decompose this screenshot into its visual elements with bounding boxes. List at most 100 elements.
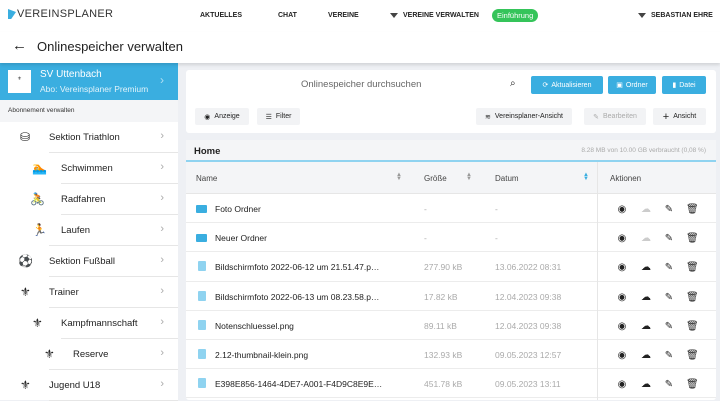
back-arrow-icon[interactable]: ←	[12, 37, 27, 54]
club-selector[interactable]: ⚜ SV Uttenbach Abo: Vereinsplaner Premiu…	[0, 63, 178, 100]
table-row[interactable]: 2.12-thumbnail-klein.png 132.93 kB 09.05.2…	[186, 340, 716, 370]
file-name[interactable]: Bildschirmfoto 2022-06-13 um 08.23.58.p…	[215, 292, 379, 302]
eye-icon[interactable]: ◉	[616, 233, 628, 244]
sidebar-item-label: Kampfmannschaft	[61, 318, 138, 329]
sidebar-item[interactable]: 🚴 Radfahren ›	[0, 184, 178, 215]
file-name[interactable]: Neuer Ordner	[215, 233, 267, 243]
file-name[interactable]: 2.12-thumbnail-klein.png	[215, 350, 308, 360]
file-name[interactable]: Bildschirmfoto 2022-06-12 um 21.51.47.p…	[215, 262, 379, 272]
table-row[interactable]: Notenschluessel.png 89.11 kB 12.04.2023 09…	[186, 311, 716, 340]
trash-icon[interactable]: 🗑	[686, 321, 699, 332]
sidebar-item-label: Laufen	[61, 225, 91, 236]
folder-plus-icon: ▣	[616, 82, 623, 89]
edit-icon[interactable]: ✎	[663, 204, 675, 215]
sidebar: ⚜ SV Uttenbach Abo: Vereinsplaner Premiu…	[0, 63, 178, 401]
trash-icon[interactable]: 🗑	[686, 292, 699, 303]
col-date[interactable]: Datum	[495, 174, 519, 183]
sidebar-item[interactable]: ⚜ Jugend U18 ›	[0, 370, 178, 401]
trash-icon[interactable]: 🗑	[686, 262, 699, 273]
plus-icon: +	[662, 110, 670, 123]
sidebar-item[interactable]: ⚽ Sektion Fußball ›	[0, 246, 178, 277]
upload-file-button[interactable]: ▮ Datei	[662, 76, 706, 94]
file-name[interactable]: E398E856-1464-4DE7-A001-F4D9C8E9E…	[215, 379, 382, 389]
logo-icon	[8, 9, 16, 19]
trash-icon[interactable]: 🗑	[686, 379, 699, 390]
sidebar-item[interactable]: ⚜ Trainer ›	[0, 277, 178, 308]
download-cloud-icon[interactable]: ☁	[640, 233, 652, 244]
table-row[interactable]: Bildschirmfoto 2022-06-13 um 08.23.58.p……	[186, 282, 716, 311]
sidebar-item[interactable]: 🏃 Laufen ›	[0, 215, 178, 246]
edit-icon[interactable]: ✎	[663, 350, 675, 361]
image-file-icon	[198, 378, 206, 389]
search-icon[interactable]: ⌕	[510, 78, 516, 89]
eye-icon[interactable]: ◉	[616, 350, 628, 361]
download-cloud-icon[interactable]: ☁	[640, 379, 652, 390]
nav-aktuelles[interactable]: AKTUELLES	[200, 12, 242, 19]
col-name[interactable]: Name	[196, 174, 217, 183]
table-header: Name ▲ ▼ Größe ▲ ▼ Datum ▲ ▼ Aktionen	[186, 162, 716, 194]
filter-button[interactable]: ☰ Filter	[257, 108, 300, 125]
edit-button[interactable]: ✎ Bearbeiten	[584, 108, 646, 125]
edit-icon: ✎	[593, 113, 599, 121]
file-name[interactable]: Notenschluessel.png	[215, 321, 294, 331]
download-cloud-icon[interactable]: ☁	[640, 321, 652, 332]
chevron-right-icon: ›	[160, 254, 164, 266]
edit-icon[interactable]: ✎	[663, 379, 675, 390]
section-logo-icon: ⚜	[20, 285, 31, 299]
table-row[interactable]: Neuer Ordner - - ◉ ☁ ✎ 🗑	[186, 223, 716, 253]
page-title: Onlinespeicher verwalten	[37, 39, 183, 54]
refresh-label: Aktualisieren	[551, 81, 592, 89]
folder-icon	[196, 205, 207, 213]
new-folder-button[interactable]: ▣ Ordner	[608, 76, 656, 94]
edit-icon[interactable]: ✎	[663, 292, 675, 303]
table-row[interactable]: Bildschirmfoto 2022-06-12 um 21.51.47.p……	[186, 252, 716, 282]
edit-icon[interactable]: ✎	[663, 321, 675, 332]
sort-icon[interactable]: ▲ ▼	[396, 172, 402, 182]
user-menu[interactable]: SEBASTIAN EHRE	[638, 12, 713, 19]
file-name[interactable]: Foto Ordner	[215, 204, 261, 214]
nav-vereine-verwalten[interactable]: VEREINE VERWALTEN	[390, 12, 479, 19]
chevron-right-icon: ›	[160, 130, 164, 142]
sidebar-item[interactable]: 🏊 Schwimmen ›	[0, 153, 178, 184]
eye-icon[interactable]: ◉	[616, 321, 628, 332]
eye-icon[interactable]: ◉	[616, 204, 628, 215]
file-size: -	[424, 204, 427, 214]
download-cloud-icon[interactable]: ☁	[640, 262, 652, 273]
nav-vereine[interactable]: VEREINE	[328, 12, 359, 19]
sidebar-item[interactable]: ⚜ Kampfmannschaft ›	[0, 308, 178, 339]
sidebar-item-label: Schwimmen	[61, 163, 113, 174]
refresh-button[interactable]: ⟳ Aktualisieren	[531, 76, 603, 94]
sort-active-icon[interactable]: ▲ ▼	[583, 172, 589, 182]
refresh-icon: ⟳	[542, 82, 549, 89]
trash-icon[interactable]: 🗑	[686, 204, 699, 215]
nav-chat[interactable]: CHAT	[278, 12, 297, 19]
eye-icon[interactable]: ◉	[616, 262, 628, 273]
table-row[interactable]: E398E856-1464-4DE7-A001-F4D9C8E9E… 451.78…	[186, 369, 716, 399]
sidebar-item-label: Sektion Triathlon	[49, 132, 120, 143]
edit-icon[interactable]: ✎	[663, 262, 675, 273]
manage-subscription-link[interactable]: Abonnement verwalten	[0, 100, 178, 122]
eye-icon[interactable]: ◉	[616, 379, 628, 390]
download-cloud-icon[interactable]: ☁	[640, 350, 652, 361]
eye-icon[interactable]: ◉	[616, 292, 628, 303]
display-button[interactable]: ◉ Anzeige	[195, 108, 249, 125]
sort-icon[interactable]: ▲ ▼	[466, 172, 472, 182]
trash-icon[interactable]: 🗑	[686, 350, 699, 361]
vereinsplaner-view-button[interactable]: ≋ Vereinsplaner-Ansicht	[476, 108, 572, 125]
logo[interactable]: VEREINSPLANER	[8, 8, 113, 20]
search-input[interactable]: Onlinespeicher durchsuchen	[301, 79, 421, 90]
trash-icon[interactable]: 🗑	[686, 233, 699, 244]
section-logo-icon: ⚽	[18, 254, 33, 268]
download-cloud-icon[interactable]: ☁	[640, 292, 652, 303]
col-size[interactable]: Größe	[424, 174, 447, 183]
edit-icon[interactable]: ✎	[663, 233, 675, 244]
file-size: 451.78 kB	[424, 379, 463, 390]
intro-badge[interactable]: Einführung	[492, 9, 539, 22]
sidebar-item[interactable]: ⚜ Reserve ›	[0, 339, 178, 370]
add-view-button[interactable]: + Ansicht	[653, 108, 706, 125]
sidebar-item[interactable]: ⛁ Sektion Triathlon ›	[0, 122, 178, 153]
table-row[interactable]: Foto Ordner - - ◉ ☁ ✎ 🗑	[186, 194, 716, 224]
download-cloud-icon[interactable]: ☁	[640, 204, 652, 215]
club-name: SV Uttenbach	[40, 69, 102, 80]
sidebar-item-label: Trainer	[49, 287, 79, 298]
